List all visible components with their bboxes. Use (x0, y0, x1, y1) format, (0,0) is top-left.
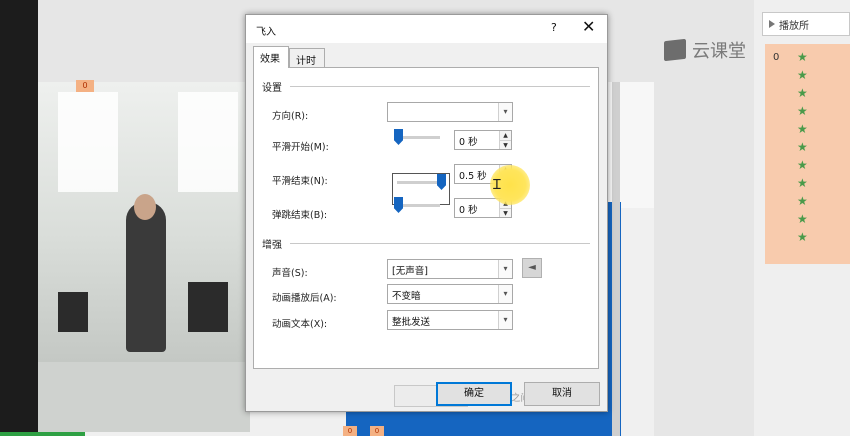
animation-number: 0 (773, 52, 780, 63)
smooth-end-label: 平滑结束(N): (272, 176, 328, 187)
logo-text: 云课堂 (692, 41, 746, 62)
star-icon: ★ (797, 176, 808, 190)
star-icon: ★ (797, 194, 808, 208)
star-icon: ★ (797, 86, 808, 100)
sound-select[interactable]: [无声音] ▾ (387, 259, 513, 279)
play-label: 播放所 (779, 20, 809, 32)
left-strip (0, 0, 38, 436)
desk (38, 362, 250, 432)
slider-thumb[interactable] (437, 174, 446, 190)
animation-list[interactable]: 0 ★ ★ ★ ★ ★ ★ ★ ★ ★ ★ ★ (765, 44, 850, 264)
tab-effect[interactable]: 效果 (253, 46, 289, 68)
fly-in-dialog: 飞入 ? ✕ 效果 计时 设置 方向(R): ▾ 平滑开始(M): 0 秒 ▲ … (245, 14, 608, 412)
bounce-end-value: 0 秒 (459, 205, 478, 216)
window-pane (178, 92, 238, 192)
after-animation-select[interactable]: 不变暗 ▾ (387, 284, 513, 304)
help-button[interactable]: ? (551, 21, 557, 34)
effect-panel: 设置 方向(R): ▾ 平滑开始(M): 0 秒 ▲ ▼ 平滑结束(N): 0.… (253, 67, 599, 407)
spin-down-icon[interactable]: ▼ (499, 140, 511, 149)
star-icon: ★ (797, 68, 808, 82)
sound-label: 声音(S): (272, 268, 308, 279)
dialog-titlebar[interactable]: 飞入 ? ✕ (246, 15, 607, 43)
slider-track (397, 181, 443, 184)
slider-thumb[interactable] (394, 197, 403, 213)
chevron-down-icon[interactable]: ▾ (498, 311, 512, 329)
smooth-end-value: 0.5 秒 (459, 171, 487, 182)
monitor (188, 282, 228, 332)
star-icon: ★ (797, 212, 808, 226)
star-icon: ★ (797, 104, 808, 118)
close-button[interactable]: ✕ (582, 17, 595, 37)
divider (290, 86, 590, 87)
dialog-title: 飞入 (256, 27, 276, 38)
book-icon (664, 38, 686, 62)
cancel-button[interactable]: 取消 (524, 382, 600, 406)
slide-photo[interactable] (38, 82, 250, 432)
play-from-button[interactable]: 播放所 (762, 12, 850, 36)
slider-thumb[interactable] (394, 129, 403, 145)
monitor (58, 292, 88, 332)
star-icon: ★ (797, 158, 808, 172)
play-icon (769, 20, 775, 28)
text-cursor-icon: Ɪ (493, 177, 501, 193)
settings-header: 设置 (262, 83, 282, 94)
divider (290, 243, 590, 244)
after-animation-value: 不变暗 (392, 291, 421, 302)
star-icon: ★ (797, 122, 808, 136)
animation-tag[interactable]: 0 (370, 426, 384, 436)
chevron-down-icon[interactable]: ▾ (498, 103, 512, 121)
smooth-start-label: 平滑开始(M): (272, 142, 329, 153)
person-head (134, 194, 156, 220)
smooth-start-spinner[interactable]: 0 秒 ▲ ▼ (454, 130, 512, 150)
chevron-down-icon[interactable]: ▾ (498, 260, 512, 278)
person (126, 202, 166, 352)
bounce-end-label: 弹跳结束(B): (272, 210, 328, 221)
spin-up-icon[interactable]: ▲ (499, 131, 511, 140)
progress-strip (0, 432, 85, 436)
star-icon: ★ (797, 50, 808, 64)
sound-value: [无声音] (392, 266, 428, 277)
window-pane (58, 92, 118, 192)
star-icon: ★ (797, 230, 808, 244)
chevron-down-icon[interactable]: ▾ (498, 285, 512, 303)
animate-text-value: 整批发送 (392, 317, 431, 328)
watermark-logo: 云课堂 (664, 38, 764, 62)
direction-select[interactable]: ▾ (387, 102, 513, 122)
spin-down-icon[interactable]: ▼ (499, 208, 511, 217)
smooth-start-value: 0 秒 (459, 137, 478, 148)
animate-text-label: 动画文本(X): (272, 319, 328, 330)
direction-label: 方向(R): (272, 111, 309, 122)
enhance-header: 增强 (262, 240, 282, 251)
animation-tag[interactable]: 0 (76, 80, 94, 92)
tab-timing[interactable]: 计时 (289, 48, 325, 68)
animate-text-select[interactable]: 整批发送 ▾ (387, 310, 513, 330)
ok-button[interactable]: 确定 (436, 382, 512, 406)
animation-tag[interactable]: 0 (343, 426, 357, 436)
after-animation-label: 动画播放后(A): (272, 293, 337, 304)
slide-edge (612, 82, 620, 436)
speaker-icon[interactable]: ◄ (522, 258, 542, 278)
star-icon: ★ (797, 140, 808, 154)
